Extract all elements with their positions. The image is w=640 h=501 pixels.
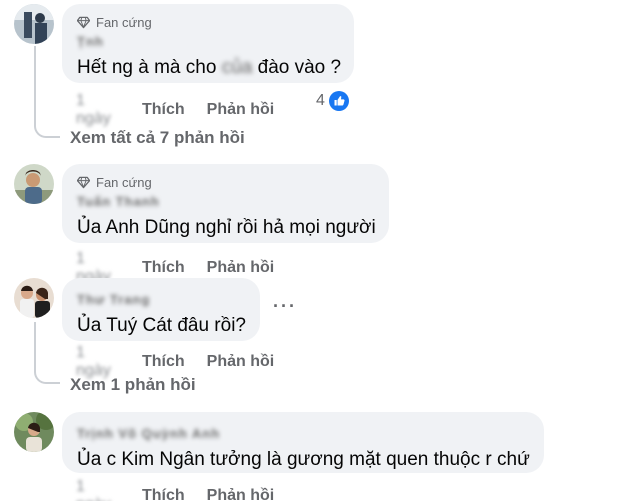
comment-text: Ủa Tuý Cát đâu rồi? xyxy=(77,315,246,336)
diamond-icon xyxy=(77,16,90,28)
comment-bubble: Fan cứng Tuấn Thanh Ủa Anh Dũng nghỉ rồi… xyxy=(62,164,389,243)
avatar[interactable] xyxy=(14,164,54,204)
view-replies-link[interactable]: Xem tất cả 7 phản hồi xyxy=(70,128,245,148)
comment-text: Ủa c Kim Ngân tưởng là gương mặt quen th… xyxy=(77,449,530,470)
avatar[interactable] xyxy=(14,278,54,318)
censored-word: của xyxy=(221,57,253,78)
like-link[interactable]: Thích xyxy=(142,259,185,277)
timestamp[interactable]: 1 ngày xyxy=(76,478,124,501)
diamond-icon xyxy=(77,176,90,188)
thread-curve-1 xyxy=(34,118,60,138)
comment-bubble: Trịnh Võ Quỳnh Anh Ủa c Kim Ngân tưởng l… xyxy=(62,412,544,473)
comment-bubble: Fan cứng Ṭnh Hết ng à mà cho của đào và… xyxy=(62,4,354,83)
thread-line-1 xyxy=(34,46,36,126)
reply-link[interactable]: Phản hồi xyxy=(207,487,275,501)
avatar[interactable] xyxy=(14,412,54,452)
badge-label: Fan cứng xyxy=(96,174,152,190)
reply-link[interactable]: Phản hồi xyxy=(207,353,275,371)
comment-actions: 1 ngày Thích Phản hồi xyxy=(76,478,274,501)
like-link[interactable]: Thích xyxy=(142,487,185,501)
like-reaction-icon xyxy=(328,91,349,111)
like-link[interactable]: Thích xyxy=(142,353,185,371)
view-replies-link[interactable]: Xem 1 phản hồi xyxy=(70,375,196,395)
comment-author[interactable]: Thư Trang xyxy=(77,292,150,307)
comment-author[interactable]: Trịnh Võ Quỳnh Anh xyxy=(77,426,220,441)
comment-author[interactable]: Ṭnh xyxy=(77,34,104,49)
badge-label: Fan cứng xyxy=(96,14,152,30)
comment-text: Hết ng à mà cho của đào vào ? xyxy=(77,57,342,78)
fan-badge: Fan cứng xyxy=(77,13,339,31)
fan-badge: Fan cứng xyxy=(77,173,374,191)
reaction-count[interactable]: 4 xyxy=(316,91,349,111)
comment-text: Ủa Anh Dũng nghỉ rồi hả mọi người xyxy=(77,217,376,238)
like-link[interactable]: Thích xyxy=(142,101,185,119)
timestamp[interactable]: 1 ngày xyxy=(76,92,124,128)
reaction-number: 4 xyxy=(316,92,325,109)
reply-link[interactable]: Phản hồi xyxy=(207,101,275,119)
reply-link[interactable]: Phản hồi xyxy=(207,259,275,277)
comment-actions: 1 ngày Thích Phản hồi xyxy=(76,92,274,128)
comment-bubble: Thư Trang Ủa Tuý Cát đâu rồi? xyxy=(62,278,260,341)
comment-author[interactable]: Tuấn Thanh xyxy=(77,194,160,209)
thread-curve-3 xyxy=(34,364,60,384)
more-options-icon[interactable]: ··· xyxy=(273,296,297,317)
avatar[interactable] xyxy=(14,4,54,44)
